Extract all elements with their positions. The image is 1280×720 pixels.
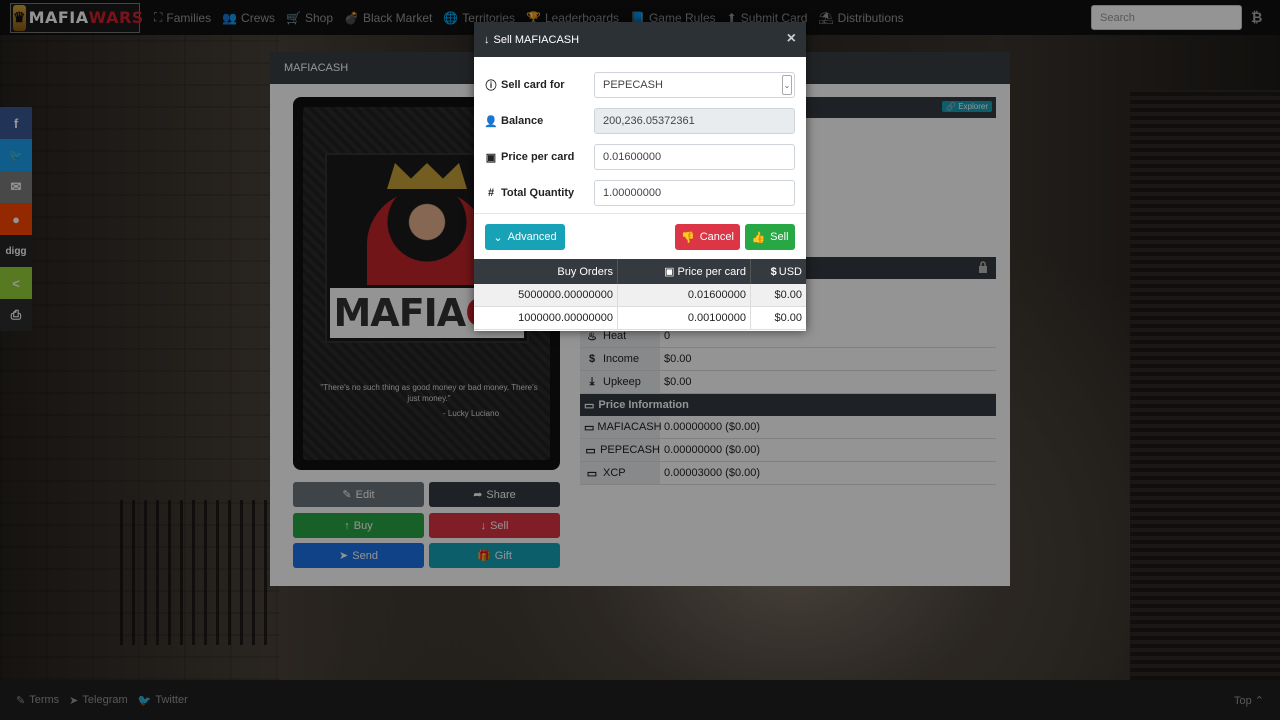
table-header: Buy Orders ▣ Price per card $ USD (474, 259, 806, 284)
modal-header: ↓ Sell MAFIACASH × (474, 22, 806, 57)
quantity-input[interactable]: 1.00000000 (594, 180, 795, 206)
price-row: ▣ Price per card 0.01600000 (484, 139, 796, 175)
col-usd-label: USD (778, 265, 802, 278)
balance-label: Balance (501, 115, 544, 127)
modal-title: Sell MAFIACASH (493, 33, 580, 46)
balance-field: 200,236.05372361 (594, 108, 795, 134)
cell-price: 0.01600000 (618, 284, 751, 306)
thumbs-down-icon: 👎 (681, 231, 695, 244)
advanced-label: Advanced (507, 231, 557, 243)
dollar-icon: $ (770, 265, 777, 278)
cancel-label: Cancel (699, 231, 734, 243)
modal-footer: ⌄ Advanced 👎 Cancel 👍 Sell (474, 213, 806, 259)
advanced-button[interactable]: ⌄ Advanced (485, 224, 565, 250)
sell-modal: ↓ Sell MAFIACASH × ⓘ Sell card for PEPECA… (474, 22, 806, 331)
sell-for-row: ⓘ Sell card for PEPECASH ⌄ (484, 67, 796, 103)
cell-quantity: 5000000.00000000 (474, 284, 618, 306)
sell-for-label: Sell card for (501, 79, 565, 91)
modal-body: ⓘ Sell card for PEPECASH ⌄ 👤 Balance 200,23… (474, 57, 806, 211)
arrow-down-icon: ↓ (484, 33, 490, 46)
pepe-card-icon: ▣ (485, 151, 497, 164)
sell-confirm-button[interactable]: 👍 Sell (745, 224, 795, 250)
col-price-label: Price per card (677, 265, 746, 278)
col-usd: $ USD (751, 259, 806, 284)
hashtag-icon: # (487, 187, 495, 199)
quantity-value: 1.00000000 (603, 187, 662, 199)
table-row[interactable]: 1000000.00000000 0.00100000 $0.00 (474, 307, 806, 330)
sell-confirm-label: Sell (770, 231, 789, 243)
mafia-avatar-icon: 👤 (484, 115, 498, 128)
chevron-down-icon: ⌄ (782, 75, 792, 95)
quantity-label: Total Quantity (501, 187, 575, 199)
col-buy-orders: Buy Orders (474, 259, 618, 284)
thumbs-up-icon: 👍 (751, 231, 766, 244)
sell-for-value: PEPECASH (603, 79, 663, 91)
price-input[interactable]: 0.01600000 (594, 144, 795, 170)
col-price-per-card: ▣ Price per card (618, 259, 751, 284)
price-value: 0.01600000 (603, 151, 662, 163)
balance-value: 200,236.05372361 (603, 115, 695, 127)
pepe-card-icon: ▣ (664, 266, 675, 278)
double-chevron-down-icon: ⌄ (493, 231, 503, 244)
cell-usd: $0.00 (774, 312, 802, 324)
sell-for-select[interactable]: PEPECASH ⌄ (594, 72, 795, 98)
buy-orders-table: Buy Orders ▣ Price per card $ USD 5000000.… (474, 259, 806, 330)
price-label: Price per card (501, 151, 575, 163)
quantity-row: # Total Quantity 1.00000000 (484, 175, 796, 211)
cancel-button[interactable]: 👎 Cancel (675, 224, 740, 250)
close-icon[interactable]: × (787, 30, 796, 48)
table-row[interactable]: 5000000.00000000 0.01600000 $0.00 (474, 284, 806, 307)
cell-quantity: 1000000.00000000 (474, 307, 618, 329)
cell-usd: $0.00 (774, 289, 802, 301)
info-circle-icon: ⓘ (485, 80, 497, 92)
cell-price: 0.00100000 (618, 307, 751, 329)
balance-row: 👤 Balance 200,236.05372361 (484, 103, 796, 139)
